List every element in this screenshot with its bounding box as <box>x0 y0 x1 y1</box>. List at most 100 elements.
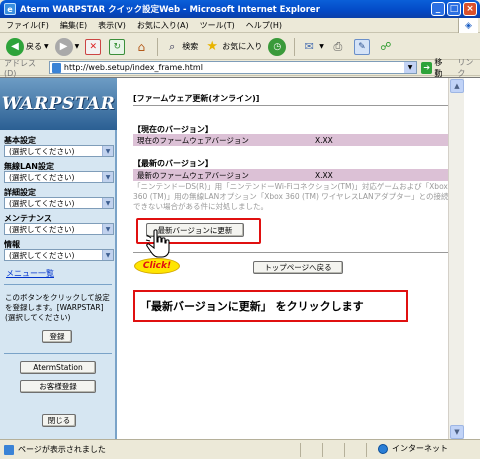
select-wlan-value: (選択してください) <box>9 172 75 182</box>
click-badge: Click! <box>134 258 180 274</box>
address-dropdown-icon[interactable]: ▼ <box>404 62 417 73</box>
home-icon: ⌂ <box>137 39 146 54</box>
register-note-text: このボタンをクリックして設定を登録します。[WARPSTAR] <box>5 293 110 312</box>
select-advanced[interactable]: (選択してください) ▼ <box>4 197 114 209</box>
current-version-value: X.XX <box>315 135 333 145</box>
sidebar: WARPSTAR 基本設定 (選択してください) ▼ 無線LAN設定 (選択して… <box>0 78 117 440</box>
security-zone: インターネット <box>378 443 448 454</box>
menu-file[interactable]: ファイル(F) <box>6 20 49 31</box>
back-label: 戻る <box>26 42 42 51</box>
main-pane: [ファームウェア更新(オンライン)] 【現在のバージョン】 現在のファームウェア… <box>119 78 464 440</box>
select-info-value: (選択してください) <box>9 250 75 260</box>
aterm-station-button[interactable]: AtermStation <box>20 361 96 374</box>
pointing-hand-icon <box>145 229 173 261</box>
messenger-icon: ☍ <box>380 40 392 53</box>
nav-label-info: 情報 <box>4 240 20 249</box>
current-version-label: 現在のファームウェアバージョン <box>137 135 249 145</box>
history-button[interactable]: ◷ <box>268 37 288 56</box>
chevron-down-icon: ▼ <box>102 198 113 208</box>
history-icon: ◷ <box>268 37 287 56</box>
register-note: このボタンをクリックして設定を登録します。[WARPSTAR] (選択してくださ… <box>5 293 113 323</box>
page-icon <box>51 62 61 73</box>
links-label[interactable]: リンク <box>457 57 480 79</box>
messenger-button[interactable]: ☍ <box>378 39 396 55</box>
go-label: 移動 <box>434 57 443 78</box>
warpstar-logo: WARPSTAR <box>0 78 117 130</box>
status-divider <box>322 443 323 457</box>
nav-label-basic: 基本設定 <box>4 136 36 145</box>
refresh-button[interactable]: ↻ <box>109 38 127 55</box>
menu-help[interactable]: ヘルプ(H) <box>246 20 282 31</box>
vertical-scrollbar[interactable]: ▲ ▼ <box>448 78 464 440</box>
select-info[interactable]: (選択してください) ▼ <box>4 249 114 261</box>
forward-dropdown-icon[interactable]: ▼ <box>75 43 80 50</box>
menu-edit[interactable]: 編集(E) <box>60 20 87 31</box>
latest-version-value: X.XX <box>315 170 333 180</box>
logo-text: WARPSTAR <box>1 94 116 114</box>
window-title-bar[interactable]: e Aterm WARPSTAR クイック設定Web - Microsoft I… <box>0 0 480 18</box>
go-arrow-icon: ➔ <box>421 61 433 74</box>
search-button[interactable]: ⌕ 検索 <box>164 39 198 55</box>
nav-label-advanced: 詳細設定 <box>4 188 36 197</box>
select-maintenance[interactable]: (選択してください) ▼ <box>4 223 114 235</box>
menu-list-link[interactable]: メニュー一覧 <box>6 268 54 279</box>
select-advanced-value: (選択してください) <box>9 198 75 208</box>
go-button[interactable]: ➔ 移動 <box>421 57 449 79</box>
mail-icon: ✉ <box>304 40 314 53</box>
heading-rule <box>133 105 457 106</box>
maximize-button[interactable]: □ <box>447 2 461 16</box>
edit-button[interactable]: ✎ <box>353 38 372 55</box>
zone-label: インターネット <box>392 444 448 453</box>
select-maintenance-value: (選択してください) <box>9 224 75 234</box>
update-notice: 「ニンテンドーDS(R)」用「ニンテンドーWi-Fiコネクション(TM)」対応ゲ… <box>133 182 457 211</box>
menu-view[interactable]: 表示(V) <box>98 20 126 31</box>
register-button[interactable]: 登録 <box>42 330 72 343</box>
scroll-down-icon[interactable]: ▼ <box>450 425 464 439</box>
status-bar: ページが表示されました インターネット <box>0 439 480 459</box>
toolbar-separator <box>157 37 159 56</box>
status-text: ページが表示されました <box>18 445 106 454</box>
register-note-text-2: (選択してください) <box>5 313 71 322</box>
mail-button[interactable]: ✉ ▼ <box>301 39 324 55</box>
chevron-down-icon: ▼ <box>102 146 113 156</box>
menu-tools[interactable]: ツール(T) <box>200 20 235 31</box>
favorites-button[interactable]: ★ お気に入り <box>204 39 262 55</box>
toolbar-separator <box>294 37 296 56</box>
print-button[interactable]: ⎙ <box>330 39 348 55</box>
scroll-up-icon[interactable]: ▲ <box>450 79 464 93</box>
close-window-button[interactable]: × <box>463 2 477 16</box>
status-divider <box>344 443 345 457</box>
nav-section-wlan: 無線LAN設定 (選択してください) ▼ <box>4 162 114 183</box>
instruction-callout: 「最新バージョンに更新」 をクリックします <box>133 290 408 322</box>
forward-button[interactable]: ▶ ▼ <box>54 37 80 56</box>
back-button[interactable]: ◀ 戻る ▼ <box>6 37 49 56</box>
close-page-button[interactable]: 閉じる <box>42 414 76 427</box>
search-label: 検索 <box>182 42 199 51</box>
address-input[interactable]: http://web.setup/index_frame.html ▼ <box>48 61 418 74</box>
support-button[interactable]: お客様登録 <box>20 380 96 393</box>
back-to-top-button[interactable]: トップページへ戻る <box>253 261 343 274</box>
stop-icon: ✕ <box>85 38 102 55</box>
address-bar: アドレス(D) http://web.setup/index_frame.htm… <box>0 57 480 79</box>
nav-section-info: 情報 (選択してください) ▼ <box>4 240 114 261</box>
content-rule <box>133 252 457 253</box>
nav-section-maintenance: メンテナンス (選択してください) ▼ <box>4 214 114 235</box>
back-dropdown-icon[interactable]: ▼ <box>44 43 49 50</box>
sidebar-divider <box>4 353 112 354</box>
mail-dropdown-icon[interactable]: ▼ <box>319 43 324 50</box>
menu-favorites[interactable]: お気に入り(A) <box>137 20 189 31</box>
select-wlan[interactable]: (選択してください) ▼ <box>4 171 114 183</box>
menu-bar: ファイル(F) 編集(E) 表示(V) お気に入り(A) ツール(T) ヘルプ(… <box>0 18 480 33</box>
status-divider <box>366 443 367 457</box>
toolbar: ◀ 戻る ▼ ▶ ▼ ✕ ↻ ⌂ ⌕ 検索 ★ お気に入り ◷ ✉ ▼ ⎙ ✎ … <box>0 34 480 60</box>
select-basic-value: (選択してください) <box>9 146 75 156</box>
select-basic[interactable]: (選択してください) ▼ <box>4 145 114 157</box>
status-divider <box>300 443 301 457</box>
home-button[interactable]: ⌂ <box>133 39 151 55</box>
nav-section-basic: 基本設定 (選択してください) ▼ <box>4 136 114 157</box>
stop-button[interactable]: ✕ <box>85 38 103 55</box>
window-title: Aterm WARPSTAR クイック設定Web - Microsoft Int… <box>20 5 320 15</box>
favorites-label: お気に入り <box>222 42 263 51</box>
minimize-button[interactable]: _ <box>431 2 445 16</box>
nav-label-wlan: 無線LAN設定 <box>4 162 54 171</box>
